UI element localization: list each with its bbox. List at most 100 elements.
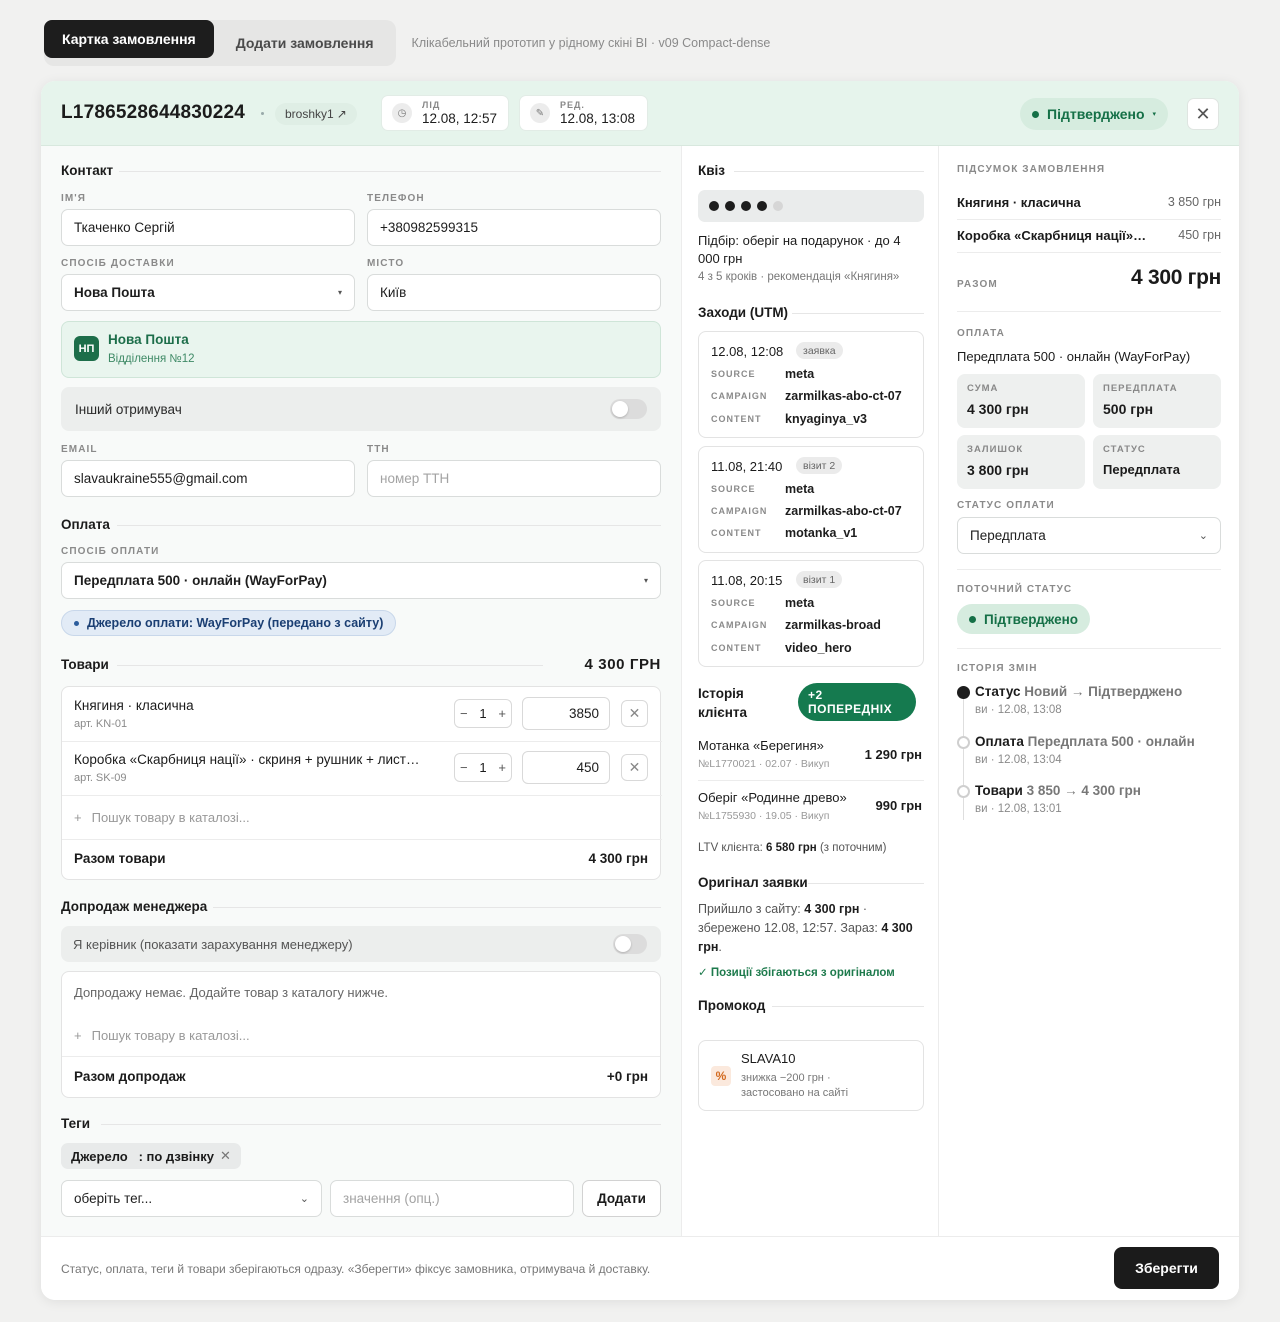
payment-status-box: СТАТУС Передплата <box>1093 435 1221 489</box>
other-recipient-toggle[interactable] <box>610 399 647 419</box>
original-v1: 4 300 грн <box>804 902 860 916</box>
content-key: CONTENT <box>711 414 762 424</box>
plus-icon: + <box>74 1028 82 1043</box>
history-order-sum: 990 грн <box>875 798 922 813</box>
payment-summary-label: ОПЛАТА <box>957 328 1006 339</box>
upsell-total-value: +0 грн <box>606 1069 648 1084</box>
chevron-down-icon: ⌄ <box>1198 530 1208 542</box>
original-text: Прийшло з сайту: 4 300 грн · збережено 1… <box>698 900 924 957</box>
campaign-value: zarmilkas-abo-ct-07 <box>785 389 902 403</box>
current-status-label: ПОТОЧНИЙ СТАТУС <box>957 584 1073 595</box>
remove-item-button[interactable]: ✕ <box>621 754 648 781</box>
goods-panel: Княгиня · класична арт. KN-01 −1 + 3850 ✕… <box>61 686 662 880</box>
quiz-step-dot <box>741 201 751 211</box>
history-detail: Передплата 500 · онлайн <box>1027 734 1195 749</box>
campaign-key: CAMPAIGN <box>711 391 768 401</box>
tag-value-input[interactable]: значення (опц.) <box>330 1180 574 1217</box>
promo-code: SLAVA10 <box>741 1051 796 1066</box>
quiz-step-dot <box>773 201 783 211</box>
plus-icon[interactable]: + <box>498 706 506 721</box>
quantity-stepper[interactable]: −1 + <box>454 753 512 782</box>
minus-icon[interactable]: − <box>460 760 468 775</box>
history-entry: Товари 3 850 → 4 300 грн <box>975 783 1141 798</box>
divider <box>957 648 1221 649</box>
box-label: ЗАЛИШОК <box>967 444 1024 455</box>
payment-method-select[interactable]: Передплата 500 · онлайн (WayForPay) ▾ <box>61 562 661 599</box>
plus-icon[interactable]: + <box>498 760 506 775</box>
section-upsell-title: Допродаж менеджера <box>61 899 208 914</box>
upsell-empty-text: Допродажу немає. Додайте товар з каталог… <box>74 985 389 1000</box>
content-value: knyaginya_v3 <box>785 412 867 426</box>
price-input[interactable]: 3850 <box>522 697 610 730</box>
upsell-search-input[interactable]: + Пошук товару в каталозі... <box>74 1028 250 1043</box>
section-payment-title: Оплата <box>61 517 110 532</box>
upsell-total-row: Разом допродаж +0 грн <box>74 1069 648 1084</box>
add-tag-button[interactable]: Додати <box>582 1180 661 1217</box>
divider <box>808 883 924 884</box>
city-field[interactable]: Київ <box>367 274 661 311</box>
footer-note: Статус, оплата, теги й товари зберігають… <box>61 1262 651 1276</box>
order-id: L1786528644830224 <box>61 102 246 123</box>
box-value: 4 300 грн <box>967 401 1029 417</box>
divider <box>213 907 661 908</box>
phone-field[interactable]: +380982599315 <box>367 209 661 246</box>
tab-add-order[interactable]: Додати замовлення <box>218 24 392 62</box>
edited-value: 12.08, 13:08 <box>560 111 636 126</box>
np-title: Нова Пошта <box>108 332 189 347</box>
price-input[interactable]: 450 <box>522 751 610 784</box>
pay-status-select[interactable]: Передплата ⌄ <box>957 517 1221 554</box>
catalog-search-input[interactable]: + Пошук товару в каталозі... <box>74 810 250 825</box>
prepayment-box: ПЕРЕДПЛАТА 500 грн <box>1093 374 1221 428</box>
source-key: SOURCE <box>711 369 756 379</box>
prototype-note: Клікабельний прототип у рідному скіні BI… <box>411 36 771 50</box>
summary-total-value: 4 300 грн <box>1131 266 1221 289</box>
campaign-key: CAMPAIGN <box>711 620 768 630</box>
history-detail: Новий → Підтверджено <box>1024 684 1183 699</box>
remove-tag-icon[interactable]: ✕ <box>220 1148 231 1164</box>
box-label: ПЕРЕДПЛАТА <box>1103 383 1178 394</box>
section-tags-title: Теги <box>61 1116 91 1131</box>
payment-method-value: Передплата 500 · онлайн (WayForPay) <box>74 573 327 588</box>
tab-order-card[interactable]: Картка замовлення <box>44 20 214 58</box>
nova-poshta-branch-card[interactable]: НП Нова Пошта Відділення №12 <box>61 321 661 378</box>
history-order-sum: 1 290 грн <box>864 747 922 762</box>
upsell-panel: Допродажу немає. Додайте товар з каталог… <box>61 971 661 1098</box>
visit-badge: візит 1 <box>796 571 843 588</box>
goods-sku: арт. KN-01 <box>74 718 128 730</box>
shop-link[interactable]: broshky1 ↗ <box>275 103 357 125</box>
pencil-icon: ✎ <box>530 103 550 123</box>
visit-datetime: 11.08, 20:15 <box>711 573 783 588</box>
order-status-label: Підтверджено <box>1047 106 1145 122</box>
manager-toggle[interactable] <box>613 934 647 954</box>
upsell-total-label: Разом допродаж <box>74 1069 186 1084</box>
remove-item-button[interactable]: ✕ <box>621 700 648 727</box>
ttn-field[interactable]: номер ТТН <box>367 460 661 497</box>
delivery-select[interactable]: Нова Пошта ▾ <box>61 274 355 311</box>
name-field[interactable]: Ткаченко Сергій <box>61 209 355 246</box>
save-button[interactable]: Зберегти <box>1114 1247 1219 1289</box>
tag-chip: Джерело : по дзвінку ✕ <box>61 1143 241 1169</box>
goods-row: Коробка «Скарбниця нації» · скриня + руш… <box>62 742 662 796</box>
history-order-name: Оберіг «Родинне древо» <box>698 790 847 805</box>
email-field[interactable]: slavaukraine555@gmail.com <box>61 460 355 497</box>
summary-line-sum: 3 850 грн <box>1167 195 1221 209</box>
ltv-line: LTV клієнта: 6 580 грн (з поточним) <box>698 842 886 854</box>
utm-visit-card: 12.08, 12:08 заявка SOURCE meta CAMPAIGN z… <box>698 331 924 438</box>
history-label: ІСТОРІЯ ЗМІН <box>957 663 1038 674</box>
goods-total-value: 4 300 грн <box>588 851 648 866</box>
quantity-stepper[interactable]: −1 + <box>454 699 512 728</box>
order-card-modal: L1786528644830224 broshky1 ↗ ◷ ЛІД 12.08,… <box>41 81 1239 1300</box>
remainder-box: ЗАЛИШОК 3 800 грн <box>957 435 1085 489</box>
box-value: 3 800 грн <box>967 462 1029 478</box>
order-status-dropdown[interactable]: Підтверджено ▾ <box>1020 98 1169 130</box>
plus-icon: + <box>74 810 82 825</box>
close-button[interactable]: ✕ <box>1187 98 1219 130</box>
previous-orders-badge[interactable]: +2 ПОПЕРЕДНІХ <box>798 683 916 721</box>
minus-icon[interactable]: − <box>460 706 468 721</box>
tag-select[interactable]: оберіть тег... ⌄ <box>61 1180 322 1217</box>
name-label: ІМ'Я <box>61 193 87 204</box>
quantity-value: 1 <box>479 706 487 721</box>
current-status-badge: Підтверджено <box>957 604 1091 634</box>
payment-sum-box: СУМА 4 300 грн <box>957 374 1085 428</box>
phone-label: ТЕЛЕФОН <box>367 193 425 204</box>
